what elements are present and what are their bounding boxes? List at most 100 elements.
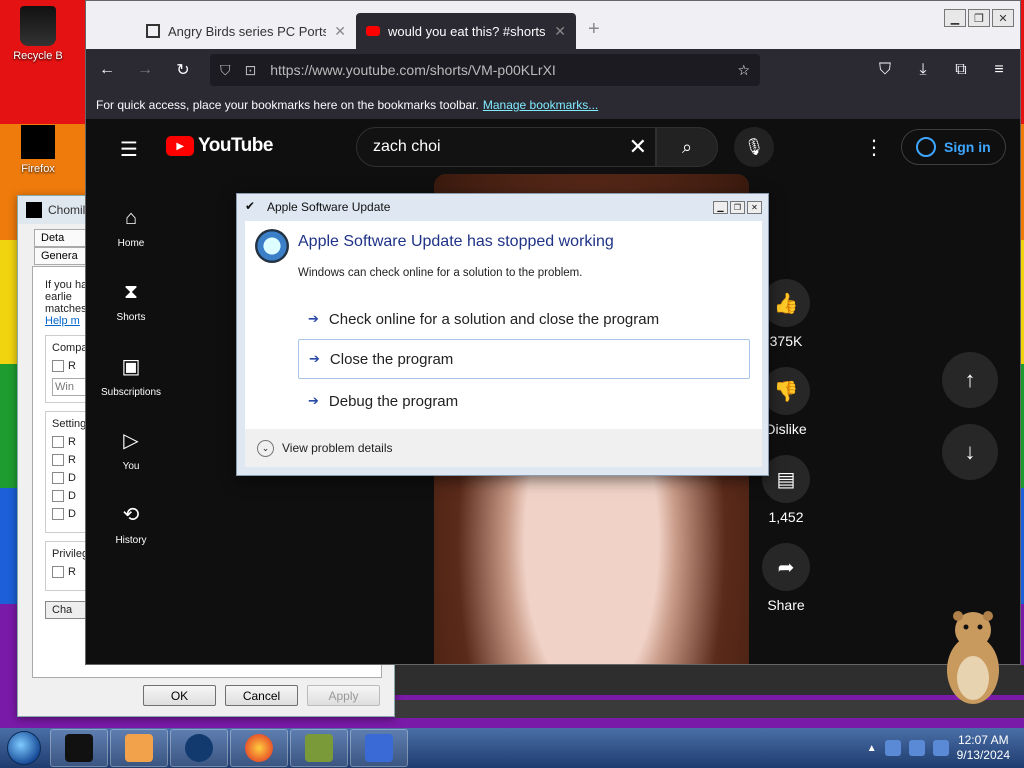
close-tab-icon[interactable]: ✕ — [554, 23, 566, 40]
check-online-option[interactable]: ➔ Check online for a solution and close … — [298, 299, 750, 339]
debug-program-option[interactable]: ➔ Debug the program — [298, 381, 750, 421]
tray-app-icon[interactable] — [884, 740, 901, 756]
account-icon — [916, 137, 936, 157]
sidebar-item-history[interactable]: ⟲ History — [86, 487, 176, 561]
browser-tab-active[interactable]: would you eat this? #shorts - Yo ✕ — [356, 13, 576, 49]
youtube-logo[interactable]: ▶ YouTube — [166, 135, 273, 157]
checkbox-box[interactable] — [52, 472, 64, 484]
page-icon — [146, 24, 160, 38]
search-value[interactable]: zach choi — [373, 138, 441, 156]
pocket-icon[interactable]: ⛉ — [874, 59, 896, 81]
new-tab-icon[interactable]: + — [576, 18, 612, 49]
apply-button[interactable]: Apply — [307, 685, 380, 706]
properties-title: Chomil — [48, 203, 86, 217]
taskbar-item[interactable] — [50, 729, 108, 767]
sidebar-item-label: History — [115, 535, 147, 546]
forward-icon[interactable]: → — [134, 59, 156, 81]
minimize-icon[interactable]: ▁ — [944, 9, 966, 27]
game-box-icon — [305, 734, 333, 762]
app-update-icon — [255, 229, 289, 263]
clock[interactable]: 12:07 AM 9/13/2024 — [957, 733, 1010, 763]
youtube-play-icon: ▶ — [166, 136, 194, 156]
sidebar-item-label: Home — [117, 238, 145, 249]
previous-short-button[interactable]: ↑ — [942, 352, 998, 408]
more-options-icon[interactable]: ⋮ — [864, 135, 884, 160]
sidebar-item-label: Shorts — [116, 312, 146, 323]
sidebar-item-subscriptions[interactable]: ▣ Subscriptions — [86, 339, 176, 413]
sidebar-item-label: You — [122, 461, 140, 472]
search-input[interactable]: zach choi ✕ — [356, 127, 656, 167]
checkbox-box[interactable] — [52, 508, 64, 520]
bookmark-star-icon[interactable]: ☆ — [737, 62, 750, 79]
ok-button[interactable]: OK — [143, 685, 216, 706]
url-text[interactable]: https://www.youtube.com/shorts/VM-p00KLr… — [270, 62, 723, 78]
sidebar-item-shorts[interactable]: ⧗ Shorts — [86, 265, 176, 339]
back-icon[interactable]: ← — [96, 59, 118, 81]
error-content: Apple Software Update has stopped workin… — [245, 221, 762, 429]
hamster-desktop-pet[interactable] — [940, 608, 1006, 708]
checkbox-box[interactable] — [52, 454, 64, 466]
sign-in-button[interactable]: Sign in — [901, 129, 1006, 165]
error-title: Apple Software Update — [267, 200, 391, 214]
bookmarks-message: For quick access, place your bookmarks h… — [96, 98, 479, 112]
taskbar-item[interactable] — [110, 729, 168, 767]
tab-title: would you eat this? #shorts - Yo — [388, 23, 546, 39]
menu-icon[interactable]: ≡ — [988, 59, 1010, 81]
start-button[interactable] — [0, 728, 48, 768]
checkbox-box[interactable] — [52, 566, 64, 578]
clear-search-icon[interactable]: ✕ — [629, 134, 647, 160]
option-label: Close the program — [329, 350, 454, 368]
next-short-button[interactable]: ↓ — [942, 424, 998, 480]
checkbox-box[interactable] — [52, 360, 64, 372]
search-button[interactable]: ⌕ — [656, 127, 718, 167]
close-icon[interactable]: ✕ — [992, 9, 1014, 27]
hamburger-menu-icon[interactable]: ☰ — [120, 137, 138, 162]
taskbar-item[interactable] — [170, 729, 228, 767]
error-heading: Apple Software Update has stopped workin… — [298, 233, 614, 250]
reload-icon[interactable]: ↻ — [172, 59, 194, 81]
option-label: Check online for a solution and close th… — [328, 310, 660, 328]
installer-icon — [365, 734, 393, 762]
maximize-icon[interactable]: ❐ — [968, 9, 990, 27]
nav-toolbar: ← → ↻ ⛉ ⊡ https://www.youtube.com/shorts… — [86, 49, 1020, 91]
close-tab-icon[interactable]: ✕ — [334, 23, 346, 40]
extensions-icon[interactable]: ⧉ — [950, 59, 972, 81]
voice-search-button[interactable]: 🎙 — [734, 127, 774, 167]
browser-tab[interactable]: Angry Birds series PC Ports : Ro ✕ — [136, 13, 356, 49]
tray-expand-icon[interactable]: ▲ — [867, 743, 877, 754]
close-icon[interactable]: ✕ — [747, 200, 762, 214]
sidebar-item-you[interactable]: ▷ You — [86, 413, 176, 487]
taskbar-item[interactable] — [290, 729, 348, 767]
background-window-strip — [395, 700, 1024, 718]
sidebar-item-home[interactable]: ⌂ Home — [86, 191, 176, 265]
desktop-icon-recycle-bin[interactable]: Recycle B — [3, 6, 73, 62]
lock-icon[interactable]: ⊡ — [245, 62, 257, 79]
desktop-icon-firefox[interactable]: Firefox — [3, 125, 73, 175]
window-controls: ▁ ❐ ✕ — [944, 9, 1014, 27]
share-button[interactable]: ➦ Share — [758, 543, 814, 613]
maximize-icon[interactable]: ❐ — [730, 200, 745, 214]
download-icon[interactable]: ⤓ — [912, 59, 934, 81]
taskbar-item[interactable] — [230, 729, 288, 767]
checkbox-box[interactable] — [52, 436, 64, 448]
shorts-icon: ⧗ — [123, 281, 139, 303]
history-icon: ⟲ — [122, 504, 140, 526]
error-window-controls: ▁ ❐ ✕ — [713, 200, 768, 214]
error-subtext: Windows can check online for a solution … — [298, 267, 583, 279]
youtube-header: ☰ ▶ YouTube zach choi ✕ ⌕ 🎙 ⋮ Sign in — [86, 119, 1020, 175]
view-details-toggle[interactable]: ⌄ View problem details — [245, 429, 762, 467]
windows-logo-icon — [7, 731, 41, 765]
shield-icon[interactable]: ⛉ — [220, 62, 231, 79]
close-program-option[interactable]: ➔ Close the program — [298, 339, 750, 379]
system-tray: ▲ 12:07 AM 9/13/2024 — [867, 733, 1024, 763]
url-bar[interactable]: ⛉ ⊡ https://www.youtube.com/shorts/VM-p0… — [210, 54, 760, 86]
cancel-button[interactable]: Cancel — [225, 685, 298, 706]
checkbox-box[interactable] — [52, 490, 64, 502]
volume-icon[interactable] — [932, 740, 949, 756]
option-label: Debug the program — [328, 392, 459, 410]
network-icon[interactable] — [908, 740, 925, 756]
minimize-icon[interactable]: ▁ — [713, 200, 728, 214]
taskbar-item[interactable] — [350, 729, 408, 767]
like-count: 375K — [769, 333, 803, 349]
manage-bookmarks-link[interactable]: Manage bookmarks... — [483, 98, 598, 112]
